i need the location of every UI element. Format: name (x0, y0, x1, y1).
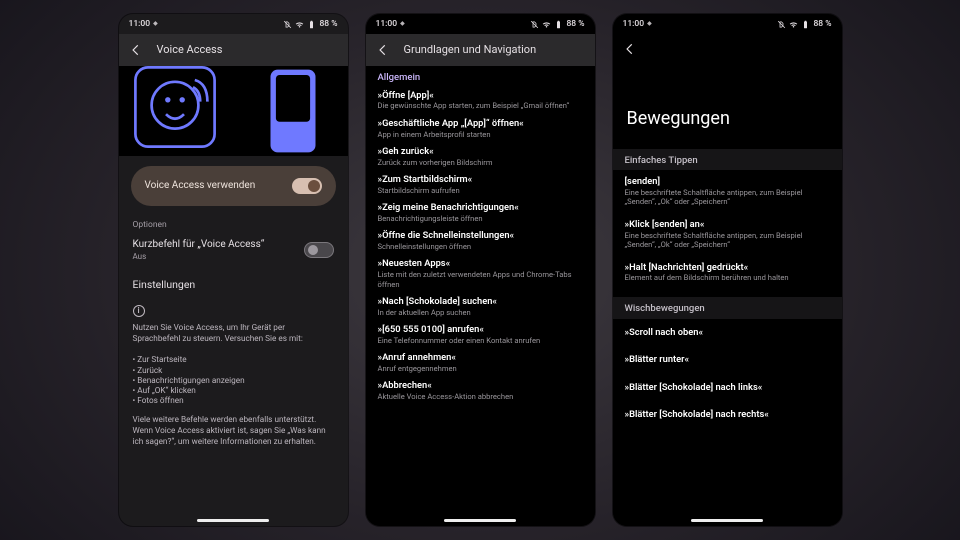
status-time: 11:00 (376, 19, 398, 30)
command-item[interactable]: »Zum Startbildschirm«Startbildschirm auf… (366, 171, 595, 199)
battery-icon (801, 20, 810, 29)
help-bullets: Zur Startseite Zurück Benachrichtigungen… (119, 351, 348, 412)
shortcut-row[interactable]: Kurzbefehl für „Voice Access“ Aus (119, 233, 348, 269)
command-item[interactable]: »Blätter [Schokolade] nach rechts« (613, 401, 842, 429)
wifi-icon (542, 20, 551, 29)
use-voice-access-toggle-row[interactable]: Voice Access verwenden (131, 166, 336, 206)
command-item[interactable]: »Abbrechen«Aktuelle Voice Access-Aktion … (366, 377, 595, 405)
use-voice-access-label: Voice Access verwenden (145, 180, 256, 193)
bullet: Auf „OK“ klicken (133, 386, 334, 396)
mute-icon (777, 20, 786, 29)
command-item[interactable]: »Öffne [App]«Die gewünschte App starten,… (366, 87, 595, 115)
status-diamond-icon: ◆ (153, 20, 158, 28)
options-section-label: Optionen (119, 212, 348, 233)
back-icon[interactable] (129, 43, 143, 57)
shortcut-subtitle: Aus (133, 252, 265, 262)
command-item[interactable]: [senden]Eine beschriftete Schaltfläche a… (613, 170, 842, 213)
command-item[interactable]: »Scroll nach oben« (613, 319, 842, 347)
status-battery: 88 % (319, 19, 337, 30)
command-item[interactable]: »Blätter runter« (613, 346, 842, 374)
screen1-body: Voice Access verwenden Optionen Kurzbefe… (119, 66, 348, 526)
section-header-tap: Einfaches Tippen (613, 149, 842, 171)
back-icon[interactable] (376, 43, 390, 57)
screen-gestures: 11:00 ◆ 88 % Bewegungen Einfaches Tippen… (613, 14, 842, 526)
section-gap (613, 289, 842, 297)
bullet: Zurück (133, 366, 334, 376)
info-icon: i (133, 305, 145, 317)
status-diamond-icon: ◆ (400, 20, 405, 28)
shortcut-title: Kurzbefehl für „Voice Access“ (133, 239, 265, 252)
page-title: Voice Access (157, 43, 223, 57)
command-item[interactable]: »Blätter [Schokolade] nach links« (613, 374, 842, 402)
screen3-body[interactable]: Bewegungen Einfaches Tippen [senden]Eine… (613, 64, 842, 526)
command-item[interactable]: »Halt [Nachrichten] gedrückt«Element auf… (613, 256, 842, 289)
gesture-bar[interactable] (197, 519, 269, 522)
command-item[interactable]: »Öffne die Schnelleinstellungen«Schnelle… (366, 227, 595, 255)
status-diamond-icon: ◆ (647, 20, 652, 28)
battery-icon (307, 20, 316, 29)
voice-access-illustration (119, 66, 348, 156)
page-large-title: Bewegungen (613, 64, 842, 149)
mute-icon (530, 20, 539, 29)
app-bar: Voice Access (119, 34, 348, 66)
bullet: Fotos öffnen (133, 396, 334, 406)
status-time: 11:00 (623, 19, 645, 30)
help-footer: Viele weitere Befehle werden ebenfalls u… (119, 413, 348, 454)
command-item[interactable]: »Zeig meine Benachrichtigungen«Benachric… (366, 199, 595, 227)
help-paragraph: Nutzen Sie Voice Access, um Ihr Gerät pe… (119, 321, 348, 351)
status-bar: 11:00 ◆ 88 % (613, 14, 842, 34)
bullet: Zur Startseite (133, 355, 334, 365)
wifi-icon (295, 20, 304, 29)
stage: 11:00 ◆ 88 % Voice Access (0, 0, 960, 540)
page-title: Grundlagen und Navigation (404, 43, 537, 57)
section-header-swipe: Wischbewegungen (613, 297, 842, 319)
back-icon[interactable] (623, 42, 637, 56)
screen2-body[interactable]: Allgemein »Öffne [App]«Die gewünschte Ap… (366, 66, 595, 526)
command-item[interactable]: »[650 555 0100] anrufen«Eine Telefonnumm… (366, 321, 595, 349)
status-bar: 11:00 ◆ 88 % (366, 14, 595, 34)
status-battery: 88 % (813, 19, 831, 30)
app-bar: Grundlagen und Navigation (366, 34, 595, 66)
screen-voice-access-settings: 11:00 ◆ 88 % Voice Access (119, 14, 348, 526)
battery-icon (554, 20, 563, 29)
status-battery: 88 % (566, 19, 584, 30)
gesture-bar[interactable] (691, 519, 763, 522)
app-bar (613, 34, 842, 64)
command-item[interactable]: »Anruf annehmen«Anruf entgegennehmen (366, 349, 595, 377)
gesture-bar[interactable] (444, 519, 516, 522)
status-time: 11:00 (129, 19, 151, 30)
command-item[interactable]: »Klick [senden] an«Eine beschriftete Sch… (613, 213, 842, 256)
command-item[interactable]: »Geschäftliche App „[App]“ öffnen«App in… (366, 115, 595, 143)
command-item[interactable]: »Geh zurück«Zurück zum vorherigen Bildsc… (366, 143, 595, 171)
wifi-icon (789, 20, 798, 29)
bullet: Benachrichtigungen anzeigen (133, 376, 334, 386)
command-item[interactable]: »Neuesten Apps«Liste mit den zuletzt ver… (366, 255, 595, 293)
shortcut-switch[interactable] (304, 242, 334, 258)
mute-icon (283, 20, 292, 29)
status-bar: 11:00 ◆ 88 % (119, 14, 348, 34)
use-voice-access-switch[interactable] (292, 178, 322, 194)
category-header: Allgemein (366, 66, 595, 87)
command-item[interactable]: »Nach [Schokolade] suchen«In der aktuell… (366, 293, 595, 321)
settings-row[interactable]: Einstellungen (119, 268, 348, 301)
screen-basics-navigation: 11:00 ◆ 88 % Grundlagen und Navigation A… (366, 14, 595, 526)
